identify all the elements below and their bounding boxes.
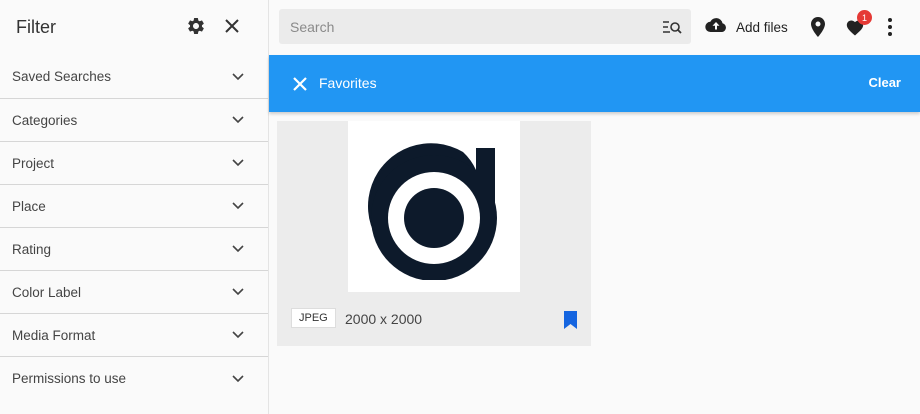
- chevron-down-icon: [232, 245, 244, 253]
- filter-label: Rating: [12, 241, 52, 257]
- filter-label: Saved Searches: [12, 69, 112, 84]
- filter-project[interactable]: Project: [0, 142, 268, 185]
- chevron-down-icon: [232, 288, 244, 296]
- chevron-down-icon: [232, 72, 244, 81]
- filter-categories[interactable]: Categories: [0, 99, 268, 142]
- filter-place[interactable]: Place: [0, 185, 268, 228]
- chevron-down-icon: [232, 159, 244, 167]
- filter-label: Categories: [12, 112, 78, 128]
- search-input[interactable]: [279, 9, 639, 44]
- bookmark-icon[interactable]: [564, 311, 577, 329]
- filter-label: Media Format: [12, 327, 96, 343]
- add-files-label: Add files: [736, 19, 788, 35]
- close-icon[interactable]: [222, 16, 242, 36]
- filter-label: Permissions to use: [12, 371, 127, 386]
- cloud-upload-icon: [705, 17, 727, 38]
- clear-filters-button[interactable]: Clear: [868, 75, 901, 90]
- filter-label: Place: [12, 198, 46, 214]
- chevron-down-icon: [232, 116, 244, 124]
- filter-permissions[interactable]: Permissions to use: [0, 357, 268, 400]
- filter-label: Project: [12, 155, 55, 171]
- favorites-count-badge: 1: [857, 10, 872, 25]
- gear-icon[interactable]: [185, 15, 207, 37]
- map-pin-icon[interactable]: [811, 17, 825, 37]
- sidebar-header: Filter: [0, 0, 268, 55]
- chevron-down-icon: [232, 331, 244, 339]
- sidebar-title: Filter: [16, 17, 56, 37]
- chevron-down-icon: [232, 374, 244, 383]
- asset-card[interactable]: JPEG 2000 x 2000: [277, 121, 591, 346]
- brand-logo-image: [368, 142, 497, 280]
- filter-saved-searches[interactable]: Saved Searches: [0, 55, 268, 99]
- search-icon[interactable]: [662, 19, 682, 35]
- active-filter-label: Favorites: [319, 75, 377, 91]
- filter-sidebar: Filter Saved Searches Categories Project…: [0, 0, 269, 414]
- filter-color-label[interactable]: Color Label: [0, 271, 268, 314]
- file-type-badge: JPEG: [291, 308, 336, 328]
- remove-filter-close-icon[interactable]: [293, 77, 307, 91]
- filter-rating[interactable]: Rating: [0, 228, 268, 271]
- search-box: [279, 9, 691, 44]
- chevron-down-icon: [232, 202, 244, 210]
- add-files-button[interactable]: Add files: [705, 16, 788, 38]
- active-filter-bar: Favorites Clear: [269, 55, 920, 112]
- image-dimensions: 2000 x 2000: [345, 311, 423, 327]
- more-vert-icon[interactable]: [886, 17, 894, 37]
- asset-thumbnail: [348, 121, 520, 292]
- filter-label: Color Label: [12, 284, 82, 300]
- filter-list: Saved Searches Categories Project Place …: [0, 55, 268, 400]
- top-bar: Add files 1: [269, 0, 920, 55]
- filter-media-format[interactable]: Media Format: [0, 314, 268, 357]
